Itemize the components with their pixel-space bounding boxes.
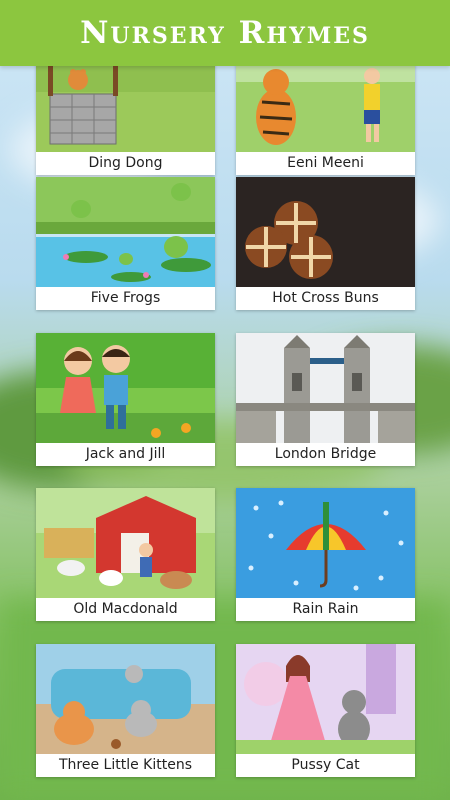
queen-cat-illustration xyxy=(236,644,415,754)
umbrella-rain-illustration xyxy=(236,488,415,598)
rhyme-thumbnail xyxy=(36,333,215,443)
buns-illustration xyxy=(236,177,415,287)
rhyme-card-rain-rain[interactable]: Rain Rain xyxy=(236,488,415,621)
rhyme-thumbnail xyxy=(36,177,215,287)
rhyme-label: Three Little Kittens xyxy=(59,757,192,773)
rhyme-thumbnail xyxy=(236,177,415,287)
rhyme-label: London Bridge xyxy=(274,446,377,462)
farm-illustration xyxy=(36,488,215,598)
rhyme-card-ding-dong[interactable]: Ding Dong xyxy=(36,66,215,175)
rhyme-label: Jack and Jill xyxy=(85,446,166,462)
rhyme-card-london-bridge[interactable]: London Bridge xyxy=(236,333,415,466)
well-cat-illustration xyxy=(36,66,215,152)
rhymes-grid: Ding Dong Eeni Meeni Five Frogs Hot Cros… xyxy=(0,66,450,800)
rhyme-thumbnail xyxy=(236,66,415,152)
rhyme-card-hot-cross-buns[interactable]: Hot Cross Buns xyxy=(236,177,415,310)
rhyme-thumbnail xyxy=(36,644,215,754)
rhyme-label: Five Frogs xyxy=(90,290,161,306)
rhyme-thumbnail xyxy=(36,488,215,598)
rhyme-card-pussy-cat[interactable]: Pussy Cat xyxy=(236,644,415,777)
tiger-boy-illustration xyxy=(236,66,415,152)
london-bridge-illustration xyxy=(236,333,415,443)
rhyme-label: Pussy Cat xyxy=(291,757,360,773)
page-title: Nursery Rhymes xyxy=(80,15,370,51)
rhyme-thumbnail xyxy=(236,333,415,443)
app-header: Nursery Rhymes xyxy=(0,0,450,66)
rhyme-card-jack-and-jill[interactable]: Jack and Jill xyxy=(36,333,215,466)
rhyme-thumbnail xyxy=(236,644,415,754)
rhyme-card-eeni-meeni[interactable]: Eeni Meeni xyxy=(236,66,415,175)
kittens-illustration xyxy=(36,644,215,754)
rhyme-label: Hot Cross Buns xyxy=(272,290,379,306)
rhyme-thumbnail xyxy=(36,66,215,152)
jack-jill-illustration xyxy=(36,333,215,443)
rhyme-card-five-frogs[interactable]: Five Frogs xyxy=(36,177,215,310)
rhyme-label: Eeni Meeni xyxy=(287,155,364,171)
frogs-pond-illustration xyxy=(36,177,215,287)
rhyme-label: Old Macdonald xyxy=(73,601,178,617)
rhyme-card-three-little-kittens[interactable]: Three Little Kittens xyxy=(36,644,215,777)
rhyme-label: Ding Dong xyxy=(88,155,163,171)
rhyme-card-old-macdonald[interactable]: Old Macdonald xyxy=(36,488,215,621)
rhyme-thumbnail xyxy=(236,488,415,598)
rhyme-label: Rain Rain xyxy=(292,601,359,617)
